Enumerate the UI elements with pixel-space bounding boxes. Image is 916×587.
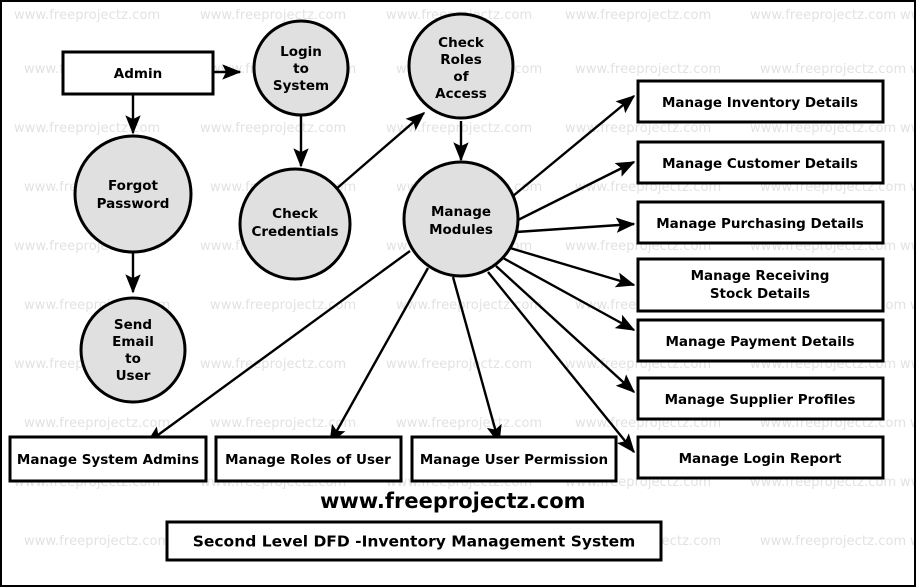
dfd-diagram-canvas: www.freeprojectz.com www.freeprojectz.com…: [0, 0, 916, 587]
node-check-roles-label-3: of: [453, 69, 468, 85]
node-manage-modules-label-2: Modules: [429, 222, 493, 238]
node-send-email-label-3: to: [125, 351, 141, 367]
node-send-email-to-user[interactable]: Send Email to User: [79, 296, 187, 404]
node-manage-purchasing-details[interactable]: Manage Purchasing Details: [636, 200, 885, 245]
manage-payment-details-label: Manage Payment Details: [665, 334, 854, 350]
node-forgot-password-label-2: Password: [97, 196, 170, 212]
manage-purchasing-details-label: Manage Purchasing Details: [656, 216, 864, 232]
node-manage-receiving-stock-details[interactable]: Manage Receiving Stock Details: [636, 257, 885, 313]
flow-check-credentials-to-check-roles: [334, 112, 426, 191]
flow-modules-to-roles-of-user: [328, 267, 430, 445]
manage-inventory-details-label: Manage Inventory Details: [662, 95, 858, 111]
node-manage-inventory-details[interactable]: Manage Inventory Details: [636, 79, 885, 124]
node-login-to-system-label-3: System: [273, 78, 329, 94]
diagram-title-label: Second Level DFD -Inventory Management S…: [193, 533, 636, 551]
node-manage-payment-details[interactable]: Manage Payment Details: [636, 318, 885, 363]
manage-login-report-label: Manage Login Report: [679, 451, 842, 467]
node-login-to-system-label-1: Login: [280, 44, 322, 60]
node-check-credentials-label-1: Check: [272, 206, 319, 222]
flow-modules-to-purchasing: [515, 217, 636, 234]
flow-modules-to-payment: [502, 256, 636, 332]
manage-user-permission-label: Manage User Permission: [420, 452, 608, 468]
manage-supplier-profiles-label: Manage Supplier Profiles: [665, 392, 856, 408]
node-manage-customer-details[interactable]: Manage Customer Details: [636, 140, 885, 185]
site-label: www.freeprojectz.com: [320, 489, 586, 513]
manage-customer-details-label: Manage Customer Details: [662, 156, 858, 172]
node-manage-modules-label-1: Manage: [431, 204, 491, 220]
manage-receiving-stock-label-2: Stock Details: [710, 286, 810, 302]
node-check-roles-label-1: Check: [438, 35, 485, 51]
node-manage-modules[interactable]: Manage Modules: [402, 160, 520, 278]
node-check-credentials[interactable]: Check Credentials: [238, 167, 352, 281]
diagram-title-box: Second Level DFD -Inventory Management S…: [165, 520, 663, 562]
node-admin-label: Admin: [114, 66, 162, 82]
node-manage-supplier-profiles[interactable]: Manage Supplier Profiles: [636, 376, 885, 421]
node-send-email-label-2: Email: [112, 334, 154, 350]
flow-modules-to-system-admins: [145, 250, 411, 444]
flow-modules-to-login-report: [487, 271, 635, 454]
node-check-credentials-label-2: Credentials: [251, 224, 338, 240]
manage-system-admins-label: Manage System Admins: [17, 452, 199, 468]
node-login-to-system[interactable]: Login to System: [252, 19, 350, 117]
flow-lines: [125, 64, 636, 454]
manage-receiving-stock-label-1: Manage Receiving: [691, 268, 830, 284]
node-check-roles-of-access[interactable]: Check Roles of Access: [407, 12, 515, 120]
node-admin[interactable]: Admin: [61, 50, 215, 96]
node-send-email-label-1: Send: [114, 317, 152, 333]
node-manage-system-admins[interactable]: Manage System Admins: [8, 435, 208, 483]
node-login-to-system-label-2: to: [293, 61, 309, 77]
node-send-email-label-4: User: [116, 368, 151, 384]
node-manage-user-permission[interactable]: Manage User Permission: [410, 435, 618, 483]
flow-modules-to-customer: [517, 160, 636, 222]
flow-modules-to-supplier: [495, 265, 636, 393]
node-check-roles-label-4: Access: [435, 86, 487, 102]
flow-modules-to-receiving-stock: [509, 246, 636, 288]
node-check-roles-label-2: Roles: [440, 52, 482, 68]
node-forgot-password-label-1: Forgot: [108, 178, 159, 194]
node-manage-roles-of-user[interactable]: Manage Roles of User: [214, 435, 403, 483]
flow-modules-to-inventory: [512, 95, 636, 197]
manage-roles-of-user-label: Manage Roles of User: [225, 452, 391, 468]
node-manage-login-report[interactable]: Manage Login Report: [636, 435, 885, 480]
node-forgot-password[interactable]: Forgot Password: [73, 134, 193, 254]
flow-modules-to-user-permission: [451, 276, 502, 445]
